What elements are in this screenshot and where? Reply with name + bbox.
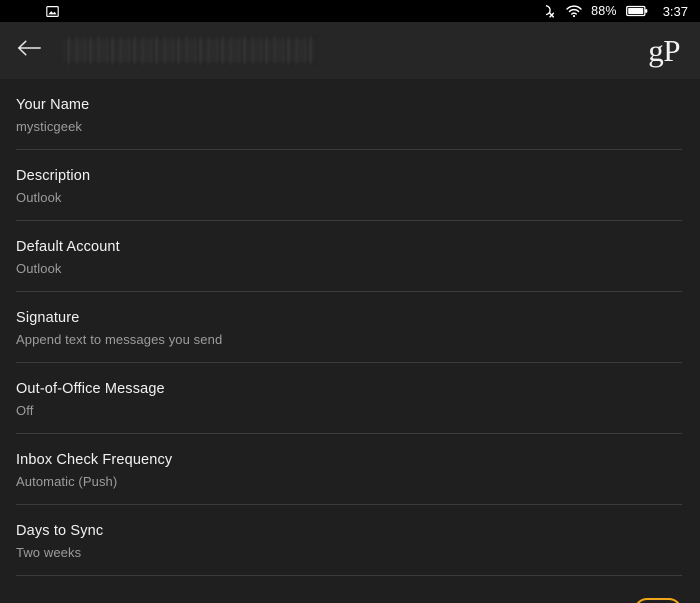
device-screen: 88% 3:37 gP Your Name mysticgeek Descrip…	[0, 0, 700, 603]
battery-icon	[625, 5, 648, 17]
list-item-title: Inbox Check Frequency	[16, 452, 173, 468]
list-item-subtitle: mysticgeek	[16, 119, 83, 134]
screenshot-notification-icon	[46, 5, 59, 18]
list-item-title: Signature	[16, 310, 80, 326]
list-item[interactable]: Default Account Outlook	[0, 221, 700, 292]
list-item-texts: Days to Sync Two weeks	[16, 522, 682, 561]
list-item-subtitle: Two weeks	[16, 545, 82, 560]
list-item-title: Your Name	[16, 97, 90, 113]
list-item-subtitle: Outlook	[16, 261, 62, 276]
back-button[interactable]	[10, 32, 48, 70]
status-bar-left	[46, 5, 59, 18]
list-item[interactable]: Out-of-Office Message Off	[0, 363, 700, 434]
list-item-title: Description	[16, 168, 91, 184]
list-item-title: Default Account	[16, 239, 120, 255]
list-item[interactable]: Sync Calendar	[0, 576, 700, 603]
list-item-texts: Your Name mysticgeek	[16, 96, 682, 135]
list-item-title: Out-of-Office Message	[16, 381, 165, 397]
list-item-texts: Default Account Outlook	[16, 238, 682, 277]
list-item-subtitle: Off	[16, 403, 34, 418]
sync-calendar-toggle[interactable]	[634, 598, 682, 603]
list-item[interactable]: Description Outlook	[0, 150, 700, 221]
list-item[interactable]: Signature Append text to messages you se…	[0, 292, 700, 363]
list-item-subtitle: Append text to messages you send	[16, 332, 223, 347]
list-item-texts: Description Outlook	[16, 167, 682, 206]
account-settings-list: Your Name mysticgeek Description Outlook…	[0, 79, 700, 603]
back-arrow-icon	[16, 38, 42, 63]
list-item-texts: Inbox Check Frequency Automatic (Push)	[16, 451, 682, 490]
status-bar: 88% 3:37	[0, 0, 700, 22]
account-title-redacted[interactable]	[62, 36, 317, 65]
wifi-icon	[566, 4, 582, 18]
list-item[interactable]: Inbox Check Frequency Automatic (Push)	[0, 434, 700, 505]
list-item-subtitle: Automatic (Push)	[16, 474, 118, 489]
status-bar-clock: 3:37	[662, 3, 688, 19]
list-item-texts: Signature Append text to messages you se…	[16, 309, 682, 348]
list-item-title: Days to Sync	[16, 523, 104, 539]
status-bar-right: 88% 3:37	[542, 4, 688, 19]
list-item-subtitle: Outlook	[16, 190, 62, 205]
app-bar: gP	[0, 22, 700, 79]
list-item-texts: Out-of-Office Message Off	[16, 380, 682, 419]
notifications-muted-icon	[542, 4, 557, 19]
list-item[interactable]: Your Name mysticgeek	[0, 79, 700, 150]
brand-watermark: gP	[648, 33, 680, 68]
battery-percent-label: 88%	[591, 3, 617, 18]
list-item[interactable]: Days to Sync Two weeks	[0, 505, 700, 576]
